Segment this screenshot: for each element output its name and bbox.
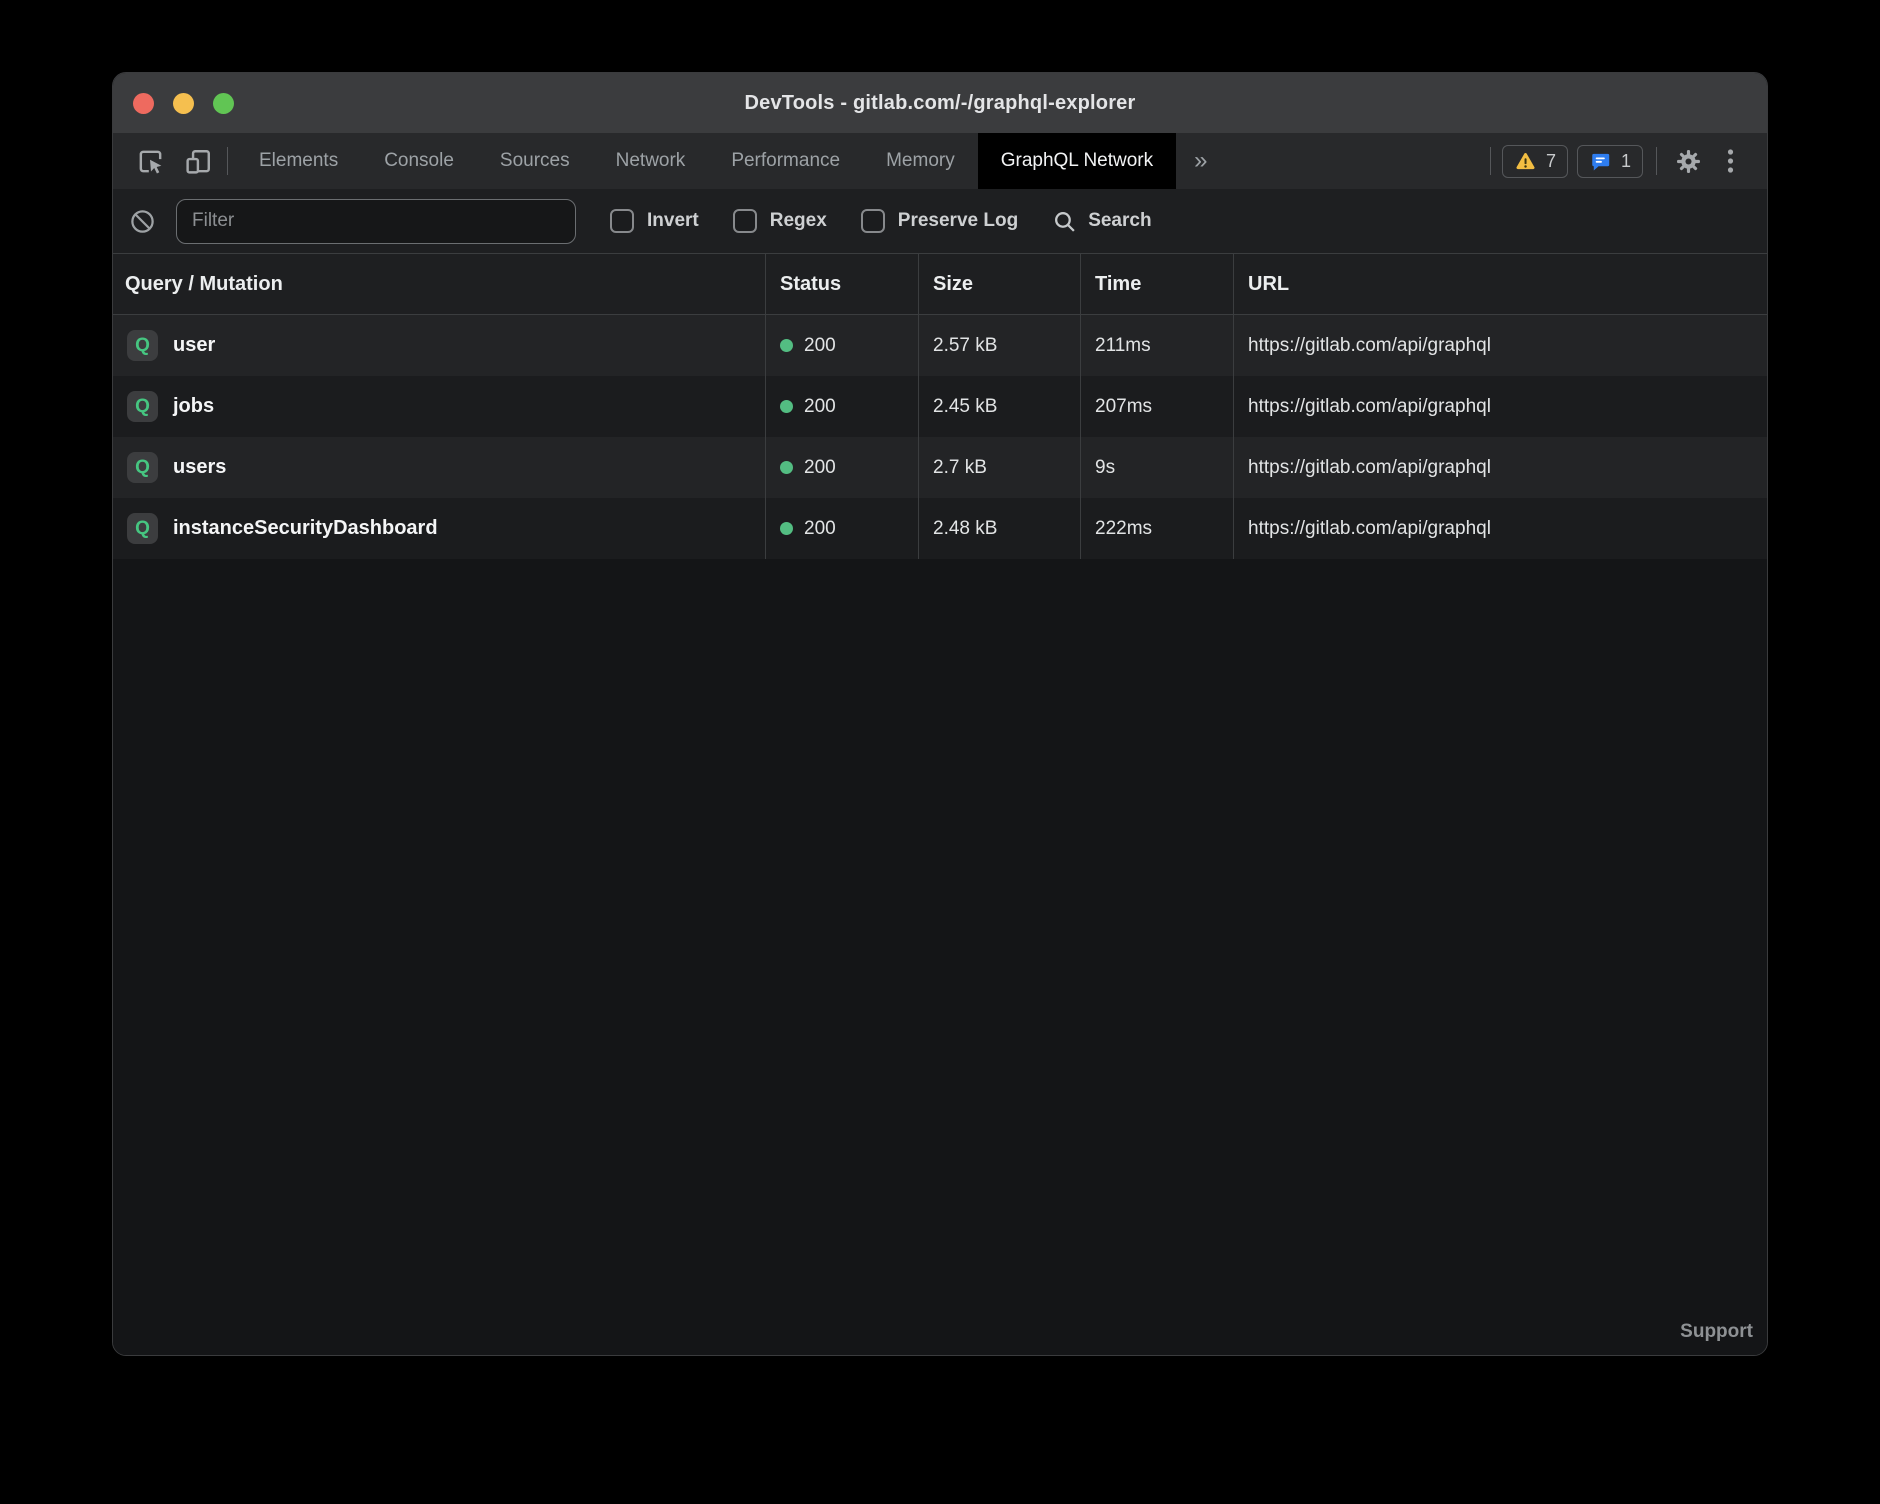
- search-label: Search: [1088, 210, 1151, 232]
- tab-network[interactable]: Network: [593, 133, 709, 189]
- warning-count: 7: [1546, 151, 1556, 172]
- tab-sources[interactable]: Sources: [477, 133, 593, 189]
- column-header-status[interactable]: Status: [765, 254, 918, 314]
- time-value: 9s: [1095, 457, 1115, 479]
- tab-memory[interactable]: Memory: [863, 133, 978, 189]
- messages-badge[interactable]: 1: [1577, 145, 1643, 178]
- traffic-lights: [133, 73, 234, 133]
- query-type-badge: Q: [127, 330, 158, 361]
- more-options-icon[interactable]: [1715, 133, 1745, 189]
- tab-performance[interactable]: Performance: [708, 133, 863, 189]
- zoom-button[interactable]: [213, 93, 234, 114]
- table-empty-area: Support: [113, 559, 1767, 1355]
- status-ok-dot: [780, 461, 793, 474]
- size-value: 2.48 kB: [933, 518, 997, 540]
- support-link[interactable]: Support: [1680, 1321, 1753, 1343]
- tab-graphql-network[interactable]: GraphQL Network: [978, 133, 1176, 189]
- size-value: 2.57 kB: [933, 335, 997, 357]
- search-icon: [1052, 209, 1077, 234]
- size-value: 2.45 kB: [933, 396, 997, 418]
- time-value: 222ms: [1095, 518, 1152, 540]
- minimize-button[interactable]: [173, 93, 194, 114]
- column-header-query-mutation[interactable]: Query / Mutation: [113, 254, 765, 314]
- message-icon: [1589, 150, 1612, 173]
- time-value: 207ms: [1095, 396, 1152, 418]
- status-ok-dot: [780, 522, 793, 535]
- url-value: https://gitlab.com/api/graphql: [1248, 335, 1491, 357]
- status-code: 200: [804, 396, 836, 418]
- column-header-time[interactable]: Time: [1080, 254, 1233, 314]
- table-header: Query / Mutation Status Size Time URL: [113, 254, 1767, 315]
- regex-label: Regex: [770, 210, 827, 232]
- query-type-badge: Q: [127, 452, 158, 483]
- status-ok-dot: [780, 400, 793, 413]
- tab-console[interactable]: Console: [361, 133, 477, 189]
- query-name: user: [173, 334, 215, 357]
- status-ok-dot: [780, 339, 793, 352]
- devtools-tabbar: Elements Console Sources Network Perform…: [113, 133, 1767, 189]
- query-name: jobs: [173, 395, 214, 418]
- query-type-badge: Q: [127, 391, 158, 422]
- warnings-badge[interactable]: 7: [1502, 145, 1568, 178]
- inspect-element-icon[interactable]: [129, 133, 171, 189]
- preserve-log-checkbox[interactable]: [861, 209, 885, 233]
- preserve-log-label: Preserve Log: [898, 210, 1018, 232]
- message-count: 1: [1621, 151, 1631, 172]
- status-code: 200: [804, 335, 836, 357]
- divider: [227, 147, 228, 175]
- table-row[interactable]: Q instanceSecurityDashboard 200 2.48 kB …: [113, 498, 1767, 559]
- query-name: instanceSecurityDashboard: [173, 517, 438, 540]
- close-button[interactable]: [133, 93, 154, 114]
- size-value: 2.7 kB: [933, 457, 987, 479]
- regex-checkbox-group: Regex: [733, 209, 827, 233]
- filter-input[interactable]: [176, 199, 576, 244]
- invert-checkbox[interactable]: [610, 209, 634, 233]
- more-tabs-button[interactable]: »: [1176, 133, 1225, 189]
- titlebar: DevTools - gitlab.com/-/graphql-explorer: [113, 73, 1767, 133]
- time-value: 211ms: [1095, 335, 1151, 357]
- requests-table-body: Q user 200 2.57 kB 211ms https://gitlab.…: [113, 315, 1767, 559]
- query-name: users: [173, 456, 226, 479]
- table-row[interactable]: Q users 200 2.7 kB 9s https://gitlab.com…: [113, 437, 1767, 498]
- invert-label: Invert: [647, 210, 699, 232]
- table-row[interactable]: Q jobs 200 2.45 kB 207ms https://gitlab.…: [113, 376, 1767, 437]
- table-row[interactable]: Q user 200 2.57 kB 211ms https://gitlab.…: [113, 315, 1767, 376]
- url-value: https://gitlab.com/api/graphql: [1248, 396, 1491, 418]
- regex-checkbox[interactable]: [733, 209, 757, 233]
- divider: [1656, 147, 1657, 175]
- status-code: 200: [804, 457, 836, 479]
- warning-icon: [1514, 150, 1537, 173]
- window-title: DevTools - gitlab.com/-/graphql-explorer: [744, 92, 1135, 115]
- column-header-size[interactable]: Size: [918, 254, 1080, 314]
- device-toolbar-icon[interactable]: [177, 133, 219, 189]
- toolbar-right: 7 1: [1488, 133, 1767, 189]
- url-value: https://gitlab.com/api/graphql: [1248, 518, 1491, 540]
- column-header-url[interactable]: URL: [1233, 254, 1767, 314]
- toolbar-left-icons: [113, 133, 219, 189]
- status-code: 200: [804, 518, 836, 540]
- devtools-window: DevTools - gitlab.com/-/graphql-explorer…: [112, 72, 1768, 1356]
- invert-checkbox-group: Invert: [610, 209, 699, 233]
- filter-toolbar: Invert Regex Preserve Log Search: [113, 189, 1767, 254]
- query-type-badge: Q: [127, 513, 158, 544]
- settings-gear-icon[interactable]: [1670, 133, 1706, 189]
- preserve-log-checkbox-group: Preserve Log: [861, 209, 1018, 233]
- divider: [1490, 147, 1491, 175]
- tab-elements[interactable]: Elements: [236, 133, 361, 189]
- clear-requests-icon[interactable]: [129, 208, 156, 235]
- panel-tabs: Elements Console Sources Network Perform…: [236, 133, 1176, 189]
- search-button[interactable]: Search: [1052, 209, 1151, 234]
- url-value: https://gitlab.com/api/graphql: [1248, 457, 1491, 479]
